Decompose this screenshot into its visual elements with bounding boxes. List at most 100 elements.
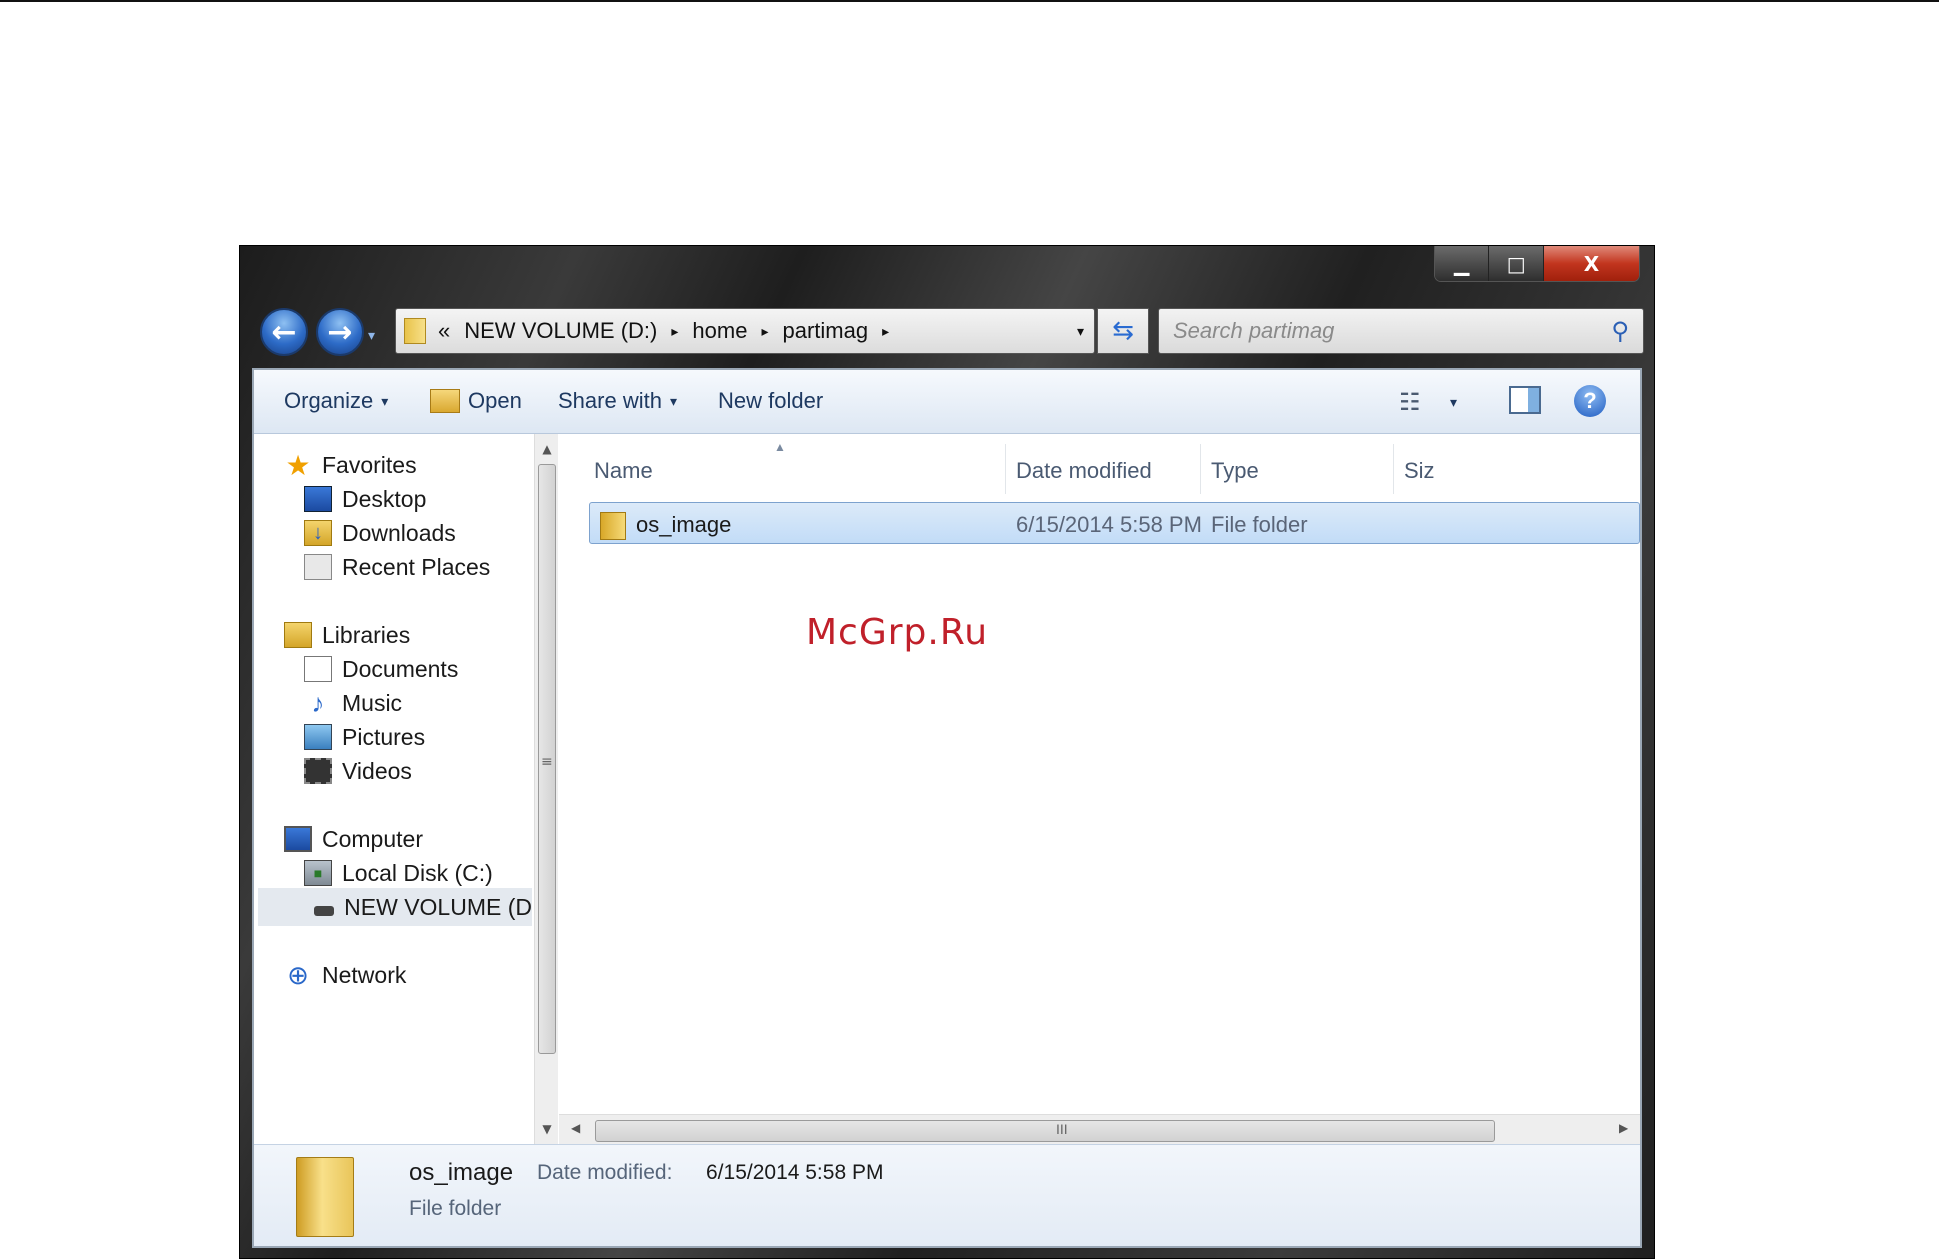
file-list: ▲ Name Date modified Type Siz os_image 6… bbox=[559, 434, 1640, 1144]
watermark: McGrp.Ru bbox=[806, 612, 989, 653]
chevron-down-icon: ▾ bbox=[381, 392, 389, 409]
search-box[interactable]: Search partimag ⚲ bbox=[1158, 308, 1644, 354]
scroll-down-icon[interactable]: ▼ bbox=[535, 1122, 559, 1136]
drive-icon bbox=[314, 906, 335, 916]
details-pane: os_image Date modified: 6/15/2014 5:58 P… bbox=[254, 1144, 1640, 1246]
scroll-grip-icon: ≡ bbox=[541, 754, 553, 770]
sidebar-item-downloads[interactable]: ↓ Downloads bbox=[304, 514, 456, 552]
file-name: os_image bbox=[636, 512, 732, 537]
music-icon: ♪ bbox=[311, 687, 325, 718]
column-divider[interactable] bbox=[1005, 444, 1006, 494]
sidebar-item-network[interactable]: ⊕ Network bbox=[284, 956, 406, 994]
breadcrumb-segment[interactable]: home bbox=[692, 318, 747, 344]
sidebar-item-recent-places[interactable]: Recent Places bbox=[304, 548, 490, 586]
recent-pages-dropdown-icon[interactable]: ▾ bbox=[368, 328, 375, 344]
column-header-size[interactable]: Siz bbox=[1404, 458, 1435, 484]
breadcrumb-segment[interactable]: NEW VOLUME (D:) bbox=[464, 318, 657, 344]
sidebar-item-pictures[interactable]: Pictures bbox=[304, 718, 425, 756]
sidebar-item-music[interactable]: ♪ Music bbox=[304, 684, 403, 722]
column-header-name[interactable]: Name bbox=[594, 458, 653, 484]
column-divider[interactable] bbox=[1393, 444, 1394, 494]
horizontal-scrollbar[interactable]: ◀ III ▶ bbox=[559, 1114, 1640, 1144]
new-folder-button[interactable]: New folder bbox=[718, 388, 823, 414]
search-input[interactable]: Search partimag bbox=[1173, 318, 1611, 344]
refresh-button[interactable]: ⇆ bbox=[1097, 308, 1149, 354]
sort-ascending-icon: ▲ bbox=[774, 440, 786, 454]
sidebar-item-label: Downloads bbox=[342, 519, 456, 546]
forward-button[interactable]: → bbox=[316, 308, 364, 356]
scroll-thumb[interactable]: III bbox=[595, 1120, 1495, 1142]
column-divider[interactable] bbox=[1200, 444, 1201, 494]
details-date-value: 6/15/2014 5:58 PM bbox=[706, 1161, 884, 1184]
share-with-button[interactable]: Share with ▾ bbox=[558, 388, 677, 414]
local-disk-icon: ■ bbox=[304, 860, 332, 886]
column-header-type[interactable]: Type bbox=[1211, 458, 1259, 484]
file-date: 6/15/2014 5:58 PM bbox=[1016, 512, 1202, 537]
address-bar[interactable]: « NEW VOLUME (D:) ▸ home ▸ partimag ▸ ▾ bbox=[395, 308, 1095, 354]
details-name: os_image bbox=[409, 1159, 514, 1186]
search-icon[interactable]: ⚲ bbox=[1611, 317, 1629, 345]
pictures-icon bbox=[304, 724, 332, 750]
navigation-pane: ★ Favorites Desktop ↓ Downloads Recent P… bbox=[254, 434, 534, 1144]
maximize-button[interactable]: □ bbox=[1489, 246, 1544, 281]
sidebar-item-videos[interactable]: Videos bbox=[304, 752, 412, 790]
scroll-grip-icon: III bbox=[1056, 1121, 1068, 1137]
sidebar-item-label: Recent Places bbox=[342, 553, 491, 580]
share-with-label: Share with bbox=[558, 388, 662, 413]
sidebar-item-label: NEW VOLUME (D bbox=[344, 893, 532, 920]
open-folder-icon bbox=[430, 389, 460, 413]
sidebar-item-favorites[interactable]: ★ Favorites bbox=[284, 446, 416, 484]
desktop-icon bbox=[304, 486, 332, 512]
sidebar-item-new-volume[interactable]: NEW VOLUME (D bbox=[258, 888, 532, 926]
sidebar-item-label: Documents bbox=[342, 655, 459, 682]
back-button[interactable]: ← bbox=[260, 308, 308, 356]
address-overflow[interactable]: « bbox=[438, 318, 450, 344]
address-dropdown-icon[interactable]: ▾ bbox=[1077, 323, 1084, 340]
breadcrumb-segment[interactable]: partimag bbox=[782, 318, 868, 344]
top-rule bbox=[0, 0, 1939, 2]
folder-icon bbox=[296, 1157, 354, 1237]
scroll-right-icon[interactable]: ▶ bbox=[1619, 1121, 1628, 1135]
open-button[interactable]: Open bbox=[430, 388, 522, 414]
folder-icon bbox=[600, 512, 626, 540]
breadcrumb-arrow-icon[interactable]: ▸ bbox=[671, 323, 678, 340]
sidebar-item-libraries[interactable]: Libraries bbox=[284, 616, 410, 654]
sidebar-item-label: Music bbox=[342, 689, 403, 716]
sidebar-item-label: Network bbox=[322, 961, 407, 988]
preview-pane-icon[interactable] bbox=[1509, 386, 1541, 414]
sidebar-item-label: Videos bbox=[342, 757, 412, 784]
sidebar-item-local-disk[interactable]: ■ Local Disk (C:) bbox=[304, 854, 493, 892]
views-dropdown-icon[interactable]: ▾ bbox=[1450, 394, 1457, 411]
videos-icon bbox=[304, 758, 332, 784]
breadcrumb-arrow-icon[interactable]: ▸ bbox=[882, 323, 889, 340]
sidebar-item-desktop[interactable]: Desktop bbox=[304, 480, 426, 518]
star-icon: ★ bbox=[285, 449, 311, 481]
sidebar-item-label: Desktop bbox=[342, 485, 427, 512]
organize-button[interactable]: Organize ▾ bbox=[284, 388, 388, 414]
details-date-label: Date modified: bbox=[537, 1161, 673, 1184]
sidebar-item-documents[interactable]: Documents bbox=[304, 650, 458, 688]
breadcrumb-arrow-icon[interactable]: ▸ bbox=[761, 323, 768, 340]
sidebar-item-label: Computer bbox=[322, 825, 423, 852]
chevron-down-icon: ▾ bbox=[669, 392, 677, 409]
scroll-left-icon[interactable]: ◀ bbox=[571, 1121, 580, 1135]
column-header-date-modified[interactable]: Date modified bbox=[1016, 458, 1152, 484]
minimize-button[interactable]: ▁ bbox=[1435, 246, 1490, 281]
downloads-icon: ↓ bbox=[304, 520, 332, 546]
file-type: File folder bbox=[1211, 512, 1308, 537]
views-icon[interactable]: ☷ bbox=[1399, 388, 1421, 417]
file-row[interactable]: os_image 6/15/2014 5:58 PM File folder bbox=[589, 502, 1640, 544]
close-button[interactable]: X bbox=[1543, 246, 1639, 281]
help-icon[interactable]: ? bbox=[1574, 385, 1606, 417]
organize-label: Organize bbox=[284, 388, 374, 413]
navigation-scrollbar[interactable]: ▲ ≡ ▼ bbox=[534, 434, 558, 1144]
caption-buttons: ▁ □ X bbox=[1434, 246, 1640, 282]
details-type: File folder bbox=[409, 1197, 502, 1220]
documents-icon bbox=[304, 656, 332, 682]
folder-icon bbox=[404, 318, 426, 344]
command-bar: Organize ▾ Open Share with ▾ New folder … bbox=[254, 370, 1640, 434]
sidebar-item-computer[interactable]: Computer bbox=[284, 820, 423, 858]
sidebar-item-label: Local Disk (C:) bbox=[342, 859, 493, 886]
explorer-frame: Organize ▾ Open Share with ▾ New folder … bbox=[252, 368, 1642, 1248]
scroll-up-icon[interactable]: ▲ bbox=[535, 442, 559, 456]
